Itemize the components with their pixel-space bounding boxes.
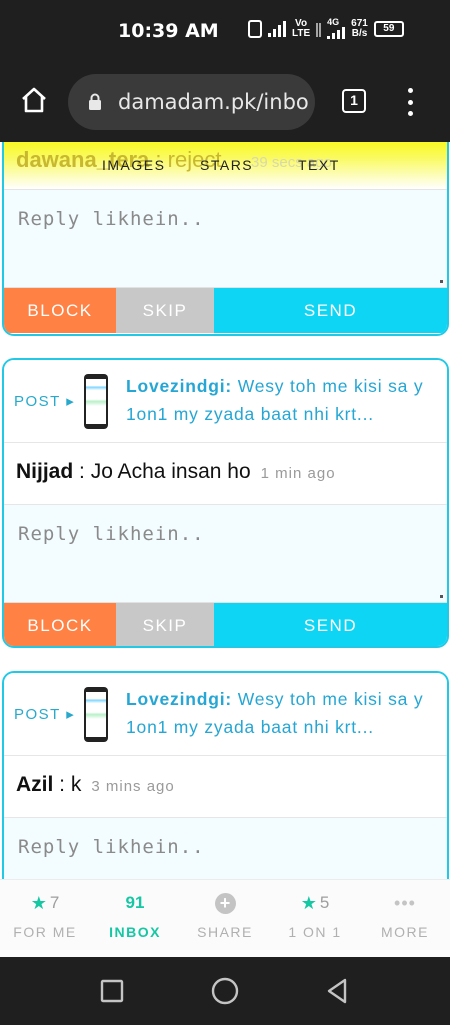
reply-area: [4, 505, 447, 603]
status-time: 10:39 AM: [118, 20, 219, 42]
skip-button[interactable]: SKIP: [116, 288, 214, 333]
nav-count: 5: [319, 893, 330, 912]
nav-for-me[interactable]: ★ 7 FOR ME: [0, 880, 90, 957]
message-line: Azil : k3 mins ago: [16, 773, 175, 796]
reply-input[interactable]: [18, 523, 438, 545]
plus-circle-icon: +: [214, 892, 236, 914]
status-bar: 10:39 AM Vo LTE 4G 671 B/s 59: [0, 0, 450, 62]
sender-name[interactable]: Nijjad: [16, 460, 73, 483]
inbox-content: dawana_tera : reject 39 secs ago IMAGES …: [0, 142, 450, 879]
nav-count: 7: [49, 893, 60, 912]
resize-handle[interactable]: [440, 595, 443, 598]
filter-strip: dawana_tera : reject 39 secs ago IMAGES …: [4, 142, 447, 190]
tab-stars[interactable]: STARS: [200, 157, 253, 173]
action-buttons: BLOCK SKIP SEND: [4, 288, 447, 333]
message-row: Azil : k3 mins ago: [4, 756, 447, 818]
message-row: Nijjad : Jo Acha insan ho 1 min ago: [4, 443, 447, 505]
block-button[interactable]: BLOCK: [4, 603, 116, 646]
browser-menu-icon[interactable]: [404, 88, 416, 116]
network-signal: 4G: [327, 18, 346, 39]
more-dots-icon: •••: [394, 892, 416, 913]
sender-name[interactable]: Azil: [16, 773, 53, 796]
post-thumbnail[interactable]: [84, 687, 108, 742]
block-button[interactable]: BLOCK: [4, 288, 116, 333]
skip-button[interactable]: SKIP: [116, 603, 214, 646]
send-button[interactable]: SEND: [214, 288, 447, 333]
nav-label: INBOX: [109, 924, 161, 940]
signal-icon: [268, 20, 286, 37]
post-author: Lovezindgi:: [126, 376, 233, 396]
home-icon[interactable]: [20, 86, 48, 114]
conversation-card: POST ▸ Lovezindgi: Wesy toh me kisi sa y…: [2, 358, 449, 648]
conversation-card: dawana_tera : reject 39 secs ago IMAGES …: [2, 142, 449, 336]
nav-share[interactable]: + SHARE: [180, 880, 270, 957]
signal-icon-2: [327, 27, 346, 39]
nav-inbox[interactable]: 91 INBOX: [90, 880, 180, 957]
post-thumbnail[interactable]: [84, 374, 108, 429]
nav-1on1[interactable]: ★ 5 1 ON 1: [270, 880, 360, 957]
url-text: damadam.pk/inbox: [118, 90, 308, 114]
home-circle-icon: [211, 977, 239, 1005]
post-reference[interactable]: POST ▸ Lovezindgi: Wesy toh me kisi sa y…: [4, 673, 447, 756]
battery-icon: 59: [373, 20, 404, 37]
send-button[interactable]: SEND: [214, 603, 447, 646]
back-icon: [327, 978, 347, 1004]
lock-icon: [88, 93, 102, 111]
post-label[interactable]: POST ▸: [14, 705, 75, 723]
bottom-nav: ★ 7 FOR ME 91 INBOX + SHARE ★ 5 1 ON 1 •••…: [0, 879, 450, 957]
browser-toolbar: damadam.pk/inbox 1: [0, 62, 450, 142]
data-arrows-icon: [316, 21, 322, 37]
post-label[interactable]: POST ▸: [14, 392, 75, 410]
address-bar[interactable]: damadam.pk/inbox: [68, 74, 315, 130]
action-buttons: BLOCK SKIP SEND: [4, 603, 447, 646]
nav-more[interactable]: ••• MORE: [360, 880, 450, 957]
nav-label: 1 ON 1: [288, 924, 342, 940]
vibrate-icon: [248, 19, 262, 38]
status-icons: Vo LTE 4G 671 B/s 59: [248, 18, 404, 39]
reply-area: [4, 190, 447, 288]
system-nav-bar: [0, 957, 450, 1025]
post-author: Lovezindgi:: [126, 689, 233, 709]
star-icon: ★: [300, 892, 317, 913]
reply-input[interactable]: [18, 836, 438, 858]
nav-label: SHARE: [197, 924, 253, 940]
tab-text[interactable]: TEXT: [298, 157, 340, 173]
message-time: 1 min ago: [260, 465, 336, 482]
tab-images[interactable]: IMAGES: [102, 157, 165, 173]
message-line: Nijjad : Jo Acha insan ho 1 min ago: [16, 460, 336, 483]
message-text: k: [70, 773, 82, 796]
resize-handle[interactable]: [440, 280, 443, 283]
reply-area: [4, 818, 447, 879]
nav-label: FOR ME: [13, 924, 77, 940]
post-preview[interactable]: Lovezindgi: Wesy toh me kisi sa y 1on1 m…: [126, 685, 440, 741]
reply-input[interactable]: [18, 208, 438, 230]
nav-label: MORE: [381, 924, 429, 940]
volte-indicator: Vo LTE: [292, 17, 311, 39]
star-icon: ★: [30, 892, 47, 913]
nav-count: 91: [125, 893, 145, 912]
network-speed: 671 B/s: [351, 17, 368, 39]
message-time: 3 mins ago: [91, 778, 175, 795]
post-reference[interactable]: POST ▸ Lovezindgi: Wesy toh me kisi sa y…: [4, 360, 447, 443]
tab-switcher-button[interactable]: 1: [342, 89, 366, 113]
recents-icon: [100, 979, 124, 1003]
post-preview[interactable]: Lovezindgi: Wesy toh me kisi sa y 1on1 m…: [126, 372, 440, 428]
message-text: Jo Acha insan ho: [90, 460, 251, 483]
conversation-card: POST ▸ Lovezindgi: Wesy toh me kisi sa y…: [2, 671, 449, 879]
